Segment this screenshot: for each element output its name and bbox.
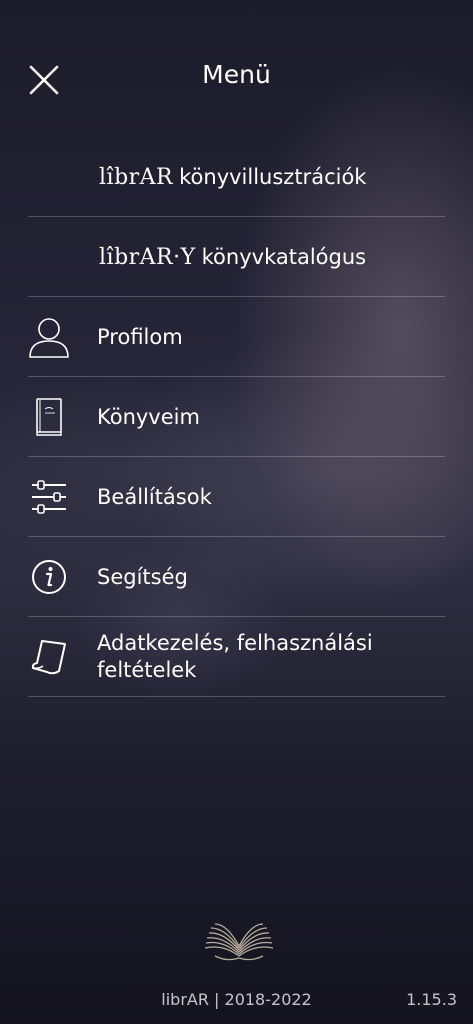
menu-item-label: Beállítások bbox=[97, 484, 212, 509]
header: Menü bbox=[0, 40, 473, 112]
menu-item-label: könyvillusztrációk bbox=[179, 164, 367, 189]
menu-item-settings[interactable]: Beállítások bbox=[0, 457, 473, 537]
open-book-logo-icon bbox=[201, 918, 277, 964]
menu-item-label: Könyveim bbox=[97, 404, 200, 429]
menu-item-illustrations[interactable]: lîbrAR könyvillusztrációk bbox=[0, 137, 473, 217]
menu-item-privacy-terms[interactable]: Adatkezelés, felhasználási feltételek bbox=[0, 617, 473, 697]
page-title: Menü bbox=[202, 60, 271, 89]
user-icon bbox=[26, 314, 72, 360]
menu-item-help[interactable]: Segítség bbox=[0, 537, 473, 617]
copyright-text: librAR | 2018-2022 bbox=[161, 990, 312, 1009]
menu-list: lîbrAR könyvillusztrációk lîbrAR·Y könyv… bbox=[0, 137, 473, 697]
version-label: 1.15.3 bbox=[406, 990, 457, 1009]
menu-item-label: Segítség bbox=[97, 564, 188, 589]
menu-item-catalog[interactable]: lîbrAR·Y könyvkatalógus bbox=[0, 217, 473, 297]
sliders-icon bbox=[26, 474, 72, 520]
book-icon bbox=[26, 394, 72, 440]
menu-item-label: Profilom bbox=[97, 324, 183, 349]
librar-logo: lîbrAR bbox=[99, 164, 174, 190]
info-icon bbox=[26, 554, 72, 600]
menu-item-profile[interactable]: Profilom bbox=[0, 297, 473, 377]
document-icon bbox=[26, 634, 72, 680]
menu-item-label: könyvkatalógus bbox=[201, 244, 367, 269]
menu-item-my-books[interactable]: Könyveim bbox=[0, 377, 473, 457]
library-logo: lîbrAR·Y bbox=[99, 244, 196, 270]
menu-item-label: Adatkezelés, felhasználási feltételek bbox=[97, 631, 373, 682]
